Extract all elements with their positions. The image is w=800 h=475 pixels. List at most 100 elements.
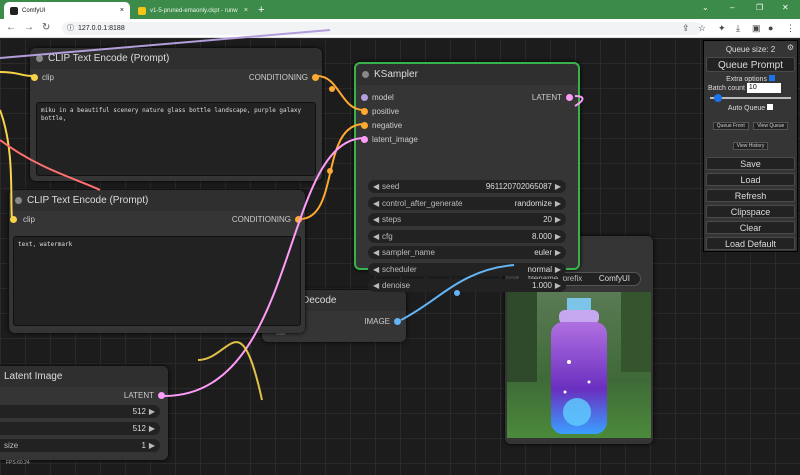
clip-input-label: clip xyxy=(42,73,55,82)
view-history-button[interactable]: View History xyxy=(732,142,769,150)
share-icon[interactable]: ⇪ xyxy=(682,23,690,34)
clip-input-pin[interactable] xyxy=(31,74,38,81)
widget-value: normal xyxy=(527,264,552,274)
batch-count-slider[interactable] xyxy=(710,94,791,102)
close-icon[interactable]: × xyxy=(244,7,248,14)
arrow-right-icon[interactable]: ▶ xyxy=(555,263,561,276)
menu-icon[interactable]: ⋮ xyxy=(786,23,795,34)
save-button[interactable]: Save xyxy=(706,157,795,170)
clip-input-pin[interactable] xyxy=(10,216,17,223)
load-button[interactable]: Load xyxy=(706,173,795,186)
gear-icon[interactable]: ⚙ xyxy=(787,43,794,52)
conditioning-output-pin[interactable] xyxy=(295,216,302,223)
arrow-left-icon[interactable]: ◀ xyxy=(373,279,379,292)
generated-image-preview xyxy=(507,292,651,438)
conditioning-output-pin[interactable] xyxy=(312,74,319,81)
collapse-dot-icon[interactable] xyxy=(15,197,22,204)
arrow-right-icon[interactable]: ▶ xyxy=(555,230,561,243)
ksampler-widget-cfg[interactable]: ◀ cfg 8.000 ▶ xyxy=(368,229,566,243)
extra-options-checkbox[interactable] xyxy=(768,75,775,81)
arrow-left-icon[interactable]: ◀ xyxy=(373,197,379,210)
ksampler-widget-steps[interactable]: ◀ steps 20 ▶ xyxy=(368,213,566,226)
chevron-down-icon[interactable]: ⌄ xyxy=(702,3,709,12)
arrow-right-icon[interactable]: ▶ xyxy=(555,246,561,259)
auto-queue-checkbox[interactable] xyxy=(767,104,774,110)
reload-icon[interactable]: ↻ xyxy=(42,22,50,33)
minimize-icon[interactable]: – xyxy=(730,3,734,12)
sidebar-icon[interactable]: ▣ xyxy=(752,23,761,34)
node-title: KSampler xyxy=(374,69,418,80)
ksampler-widget-seed[interactable]: ◀ seed 961120702065087 ▶ xyxy=(368,180,566,193)
arrow-right-icon[interactable]: ▶ xyxy=(149,439,155,452)
avatar[interactable]: ● xyxy=(768,23,773,33)
positive-input-label: positive xyxy=(372,107,400,116)
queue-prompt-button[interactable]: Queue Prompt xyxy=(706,57,795,72)
arrow-right-icon[interactable]: ▶ xyxy=(555,180,561,193)
ksampler-widget-control-after-generate[interactable]: ◀ control_after_generate randomize ▶ xyxy=(368,196,566,210)
latent-output-pin[interactable] xyxy=(158,392,165,399)
arrow-right-icon[interactable]: ▶ xyxy=(555,213,561,226)
arrow-left-icon[interactable]: ◀ xyxy=(373,263,379,276)
forward-icon[interactable]: → xyxy=(24,22,34,33)
arrow-left-icon[interactable]: ◀ xyxy=(373,230,379,243)
empty-latent-image-node[interactable]: Latent Image LATENT 512 ▶ 512 ▶ size 1 ▶ xyxy=(0,366,168,460)
arrow-left-icon[interactable]: ◀ xyxy=(373,246,379,259)
ksampler-widget-denoise[interactable]: ◀ denoise 1.000 ▶ xyxy=(368,279,566,292)
queue-size: Queue size: 2 xyxy=(725,45,776,54)
prompt-textarea[interactable]: text, watermark xyxy=(13,236,301,326)
height-widget[interactable]: 512 ▶ xyxy=(0,422,160,435)
refresh-button[interactable]: Refresh xyxy=(706,189,795,202)
fps-counter: FPS:60.24 xyxy=(6,460,30,466)
arrow-right-icon[interactable]: ▶ xyxy=(149,422,155,435)
tab-comfyui[interactable]: ComfyUI × xyxy=(4,2,130,19)
widget-name: steps xyxy=(382,215,402,224)
queue-front-button[interactable]: Queue Front xyxy=(712,122,749,130)
widget-value: 1.000 xyxy=(531,281,552,290)
arrow-right-icon[interactable]: ▶ xyxy=(555,279,561,292)
arrow-left-icon[interactable]: ◀ xyxy=(373,213,379,226)
widget-name: cfg xyxy=(382,231,393,241)
close-icon[interactable]: × xyxy=(120,7,124,14)
address-bar[interactable]: ⓘ 127.0.0.1:8188 xyxy=(62,22,702,35)
negative-input-pin[interactable] xyxy=(361,122,368,129)
url-text: 127.0.0.1:8188 xyxy=(78,25,125,32)
clear-button[interactable]: Clear xyxy=(706,221,795,234)
ksampler-widget-sampler-name[interactable]: ◀ sampler_name euler ▶ xyxy=(368,246,566,259)
latent-output-pin[interactable] xyxy=(566,94,573,101)
arrow-right-icon[interactable]: ▶ xyxy=(555,197,561,210)
arrow-left-icon[interactable]: ◀ xyxy=(373,180,379,193)
latent-image-input-pin[interactable] xyxy=(361,136,368,143)
close-window-icon[interactable]: ✕ xyxy=(782,3,789,12)
collapse-dot-icon[interactable] xyxy=(36,55,43,62)
arrow-right-icon[interactable]: ▶ xyxy=(149,405,155,418)
view-queue-button[interactable]: View Queue xyxy=(753,122,789,130)
load-default-button[interactable]: Load Default xyxy=(706,237,795,250)
download-icon[interactable]: ⤓ xyxy=(736,23,740,34)
tab-model-page[interactable]: v1-5-pruned-emaonly.ckpt - runw × xyxy=(132,2,254,19)
width-widget[interactable]: 512 ▶ xyxy=(0,405,160,418)
extensions-icon[interactable]: ✦ xyxy=(718,23,726,34)
clip-text-encode-positive-node[interactable]: CLIP Text Encode (Prompt) clip CONDITION… xyxy=(30,48,322,181)
back-icon[interactable]: ← xyxy=(6,22,16,33)
clipspace-button[interactable]: Clipspace xyxy=(706,205,795,218)
widget-name: seed xyxy=(382,182,400,191)
batch-count-input[interactable]: 10 xyxy=(746,83,781,93)
browser-toolbar: ← → ↻ ⓘ 127.0.0.1:8188 ⇪ ☆ ✦ ⤓ ▣ ● ⋮ xyxy=(0,19,800,38)
ksampler-widget-scheduler[interactable]: ◀ scheduler normal ▶ xyxy=(368,262,566,276)
bookmark-star-icon[interactable]: ☆ xyxy=(698,23,706,34)
image-output-pin[interactable] xyxy=(394,318,401,325)
new-tab-icon[interactable]: + xyxy=(258,4,264,16)
auto-queue-label: Auto Queue xyxy=(727,105,766,112)
batch-size-widget[interactable]: size 1 ▶ xyxy=(0,439,160,452)
queue-panel: Queue size: 2 ⚙ Queue Prompt Extra optio… xyxy=(703,40,798,252)
node-graph-canvas[interactable]: images filename_prefix ComfyUI Decode IM… xyxy=(0,38,800,475)
prompt-textarea[interactable]: miku in a beautiful scenery nature glass… xyxy=(36,102,316,176)
ksampler-node[interactable]: KSampler model positive negative latent_… xyxy=(354,62,580,292)
model-input-pin[interactable] xyxy=(361,94,368,101)
model-input-label: model xyxy=(372,93,394,102)
collapse-dot-icon[interactable] xyxy=(362,71,369,78)
clip-text-encode-negative-node[interactable]: CLIP Text Encode (Prompt) clip CONDITION… xyxy=(9,190,305,333)
positive-input-pin[interactable] xyxy=(361,108,368,115)
maximize-icon[interactable]: ❐ xyxy=(756,3,763,12)
widget-value: 961120702065087 xyxy=(485,182,552,191)
